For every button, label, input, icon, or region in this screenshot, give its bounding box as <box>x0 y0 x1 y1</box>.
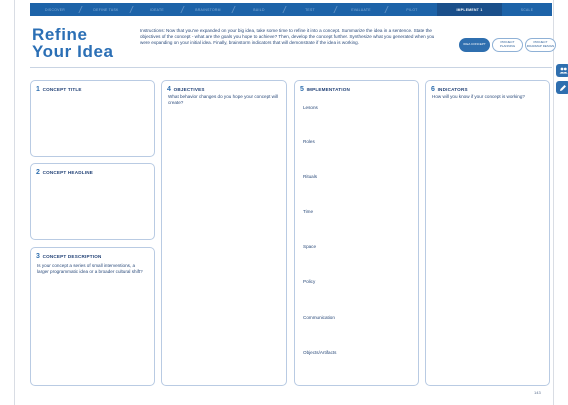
card-heading: 5 Implementation <box>300 86 350 93</box>
breadcrumb-item-build[interactable]: Build <box>234 8 284 12</box>
impl-item-space: Space <box>303 244 317 249</box>
page-title: Refine Your Idea <box>32 26 114 60</box>
pencil-icon-graphic <box>560 84 566 91</box>
impl-item-roles: Roles <box>303 139 315 144</box>
breadcrumb-item-brainstorm[interactable]: Brainstorm <box>183 8 233 12</box>
page-title-line-2: Your Idea <box>32 42 114 61</box>
card-label: Objectives <box>173 87 205 92</box>
card-prompt: How will you know if your concept is wor… <box>432 94 525 99</box>
card-number: 5 <box>300 86 305 93</box>
impl-item-policy: Policy <box>303 279 316 284</box>
card-label: Concept Title <box>42 87 82 92</box>
pill-roadmap-design[interactable]: Project Roadmap Design <box>525 38 556 52</box>
breadcrumb-item-active-wrapper[interactable]: Implement 1 <box>437 3 502 16</box>
card-indicators[interactable]: 6 Indicators How will you know if your c… <box>425 80 550 386</box>
impl-item-rituals: Rituals <box>303 174 318 179</box>
card-concept-title[interactable]: 1 Concept Title <box>30 80 155 157</box>
breadcrumb-item-evaluate[interactable]: Evaluate <box>336 8 386 12</box>
card-heading: 2 Concept Headline <box>36 169 93 176</box>
card-concept-headline[interactable]: 2 Concept Headline <box>30 163 155 240</box>
card-number: 4 <box>167 86 172 93</box>
card-heading: 3 Concept Description <box>36 253 102 260</box>
breadcrumb-item-pilot[interactable]: Pilot <box>387 8 437 12</box>
card-number: 1 <box>36 86 41 93</box>
impl-item-time: Time <box>303 209 314 214</box>
card-implementation[interactable]: 5 Implementation Lesons Roles Rituals Ti… <box>294 80 419 386</box>
page-number: 143 <box>534 390 541 395</box>
card-concept-description[interactable]: 3 Concept Description Is your concept a … <box>30 247 155 386</box>
breadcrumb-item-scale[interactable]: Scale <box>502 8 552 12</box>
side-toolbar <box>556 64 568 94</box>
breadcrumb-item-implement[interactable]: Implement 1 <box>437 8 502 12</box>
card-heading: 4 Objectives <box>167 86 205 93</box>
breadcrumb-item-test[interactable]: Test <box>285 8 335 12</box>
impl-item-objects-artifacts: Objects/Artifacts <box>303 350 337 355</box>
card-objectives[interactable]: 4 Objectives What behavior changes do yo… <box>161 80 287 386</box>
breadcrumb-item-ideate[interactable]: Ideate <box>132 8 182 12</box>
card-label: Concept Headline <box>42 170 93 175</box>
pencil-icon[interactable] <box>556 81 568 94</box>
card-heading: 1 Concept Title <box>36 86 82 93</box>
card-number: 2 <box>36 169 41 176</box>
card-label: Indicators <box>437 87 468 92</box>
card-prompt: Is your concept a series of small interv… <box>37 263 143 274</box>
card-label: Implementation <box>306 87 351 92</box>
card-number: 6 <box>431 86 436 93</box>
instructions-text: Instructions: Now that you've expanded o… <box>140 28 435 45</box>
pill-idea-concept[interactable]: Idea Concept <box>459 38 490 52</box>
impl-item-lessons: Lesons <box>303 105 318 110</box>
card-number: 3 <box>36 253 41 260</box>
people-icon[interactable] <box>556 64 568 77</box>
card-prompt: What behavior changes do you hope your c… <box>168 94 279 105</box>
card-label: Concept Description <box>42 254 102 259</box>
section-pills: Idea Concept Project Planning Project Ro… <box>459 38 556 52</box>
breadcrumb-item-discover[interactable]: Discover <box>30 8 80 12</box>
page-title-line-1: Refine <box>32 25 88 44</box>
people-icon-graphic <box>559 67 568 74</box>
impl-item-communication: Communication <box>303 315 335 320</box>
header-divider <box>30 67 552 68</box>
card-heading: 6 Indicators <box>431 86 468 93</box>
breadcrumb-item-define[interactable]: Define Task <box>81 8 131 12</box>
pill-project-planning[interactable]: Project Planning <box>492 38 523 52</box>
breadcrumb: Discover Define Task Ideate Brainstorm B… <box>30 3 552 16</box>
